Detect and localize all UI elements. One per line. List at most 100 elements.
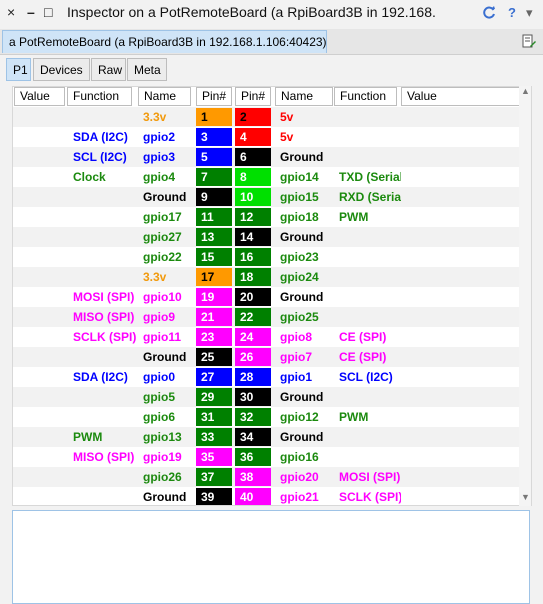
pin-right: 40 (235, 488, 271, 505)
name-right: gpio14 (280, 170, 319, 184)
pin-right: 34 (235, 428, 271, 446)
pin-left: 25 (196, 348, 232, 366)
column-header-function-right[interactable]: Function (334, 87, 397, 106)
function-right (339, 147, 401, 167)
function-left (73, 347, 139, 367)
function-right: PWM (339, 410, 369, 424)
function-left (73, 207, 139, 227)
tab-devices[interactable]: Devices (33, 58, 90, 81)
column-header-name-left[interactable]: Name (138, 87, 191, 106)
name-right: gpio25 (280, 310, 319, 324)
tab-object[interactable]: a PotRemoteBoard (a RpiBoard3B in 192.16… (2, 30, 327, 53)
pin-right: 24 (235, 328, 271, 346)
name-left: Ground (143, 490, 187, 504)
function-left (73, 187, 139, 207)
name-right: gpio8 (280, 330, 312, 344)
column-header-function-left[interactable]: Function (67, 87, 132, 106)
function-right: SCLK (SPI) (339, 490, 401, 504)
table-row[interactable]: SDA (I2C) gpio2 3 4 5v (13, 127, 531, 147)
name-right: Ground (280, 430, 324, 444)
function-left: SDA (I2C) (73, 130, 128, 144)
pin-right: 36 (235, 448, 271, 466)
name-left: gpio10 (143, 290, 182, 304)
function-right (339, 247, 401, 267)
tab-meta[interactable]: Meta (127, 58, 167, 81)
table-row[interactable]: gpio17 11 12 gpio18 PWM (13, 207, 531, 227)
tab-p1[interactable]: P1 (6, 58, 31, 81)
name-right: gpio15 (280, 190, 319, 204)
table-row[interactable]: gpio26 37 38 gpio20 MOSI (SPI) (13, 467, 531, 487)
tab-raw[interactable]: Raw (91, 58, 126, 81)
window-menu-icon[interactable]: ▾ (526, 5, 533, 21)
pin-left: 17 (196, 268, 232, 286)
column-header-value-left[interactable]: Value (14, 87, 65, 106)
table-row[interactable]: SCLK (SPI) gpio11 23 24 gpio8 CE (SPI) (13, 327, 531, 347)
pin-left: 3 (196, 128, 232, 146)
name-left: Ground (143, 190, 187, 204)
pin-left: 33 (196, 428, 232, 446)
column-header-pin-left[interactable]: Pin# (196, 87, 232, 106)
column-header-value-right[interactable]: Value (401, 87, 531, 106)
table-row[interactable]: MOSI (SPI) gpio10 19 20 Ground (13, 287, 531, 307)
name-right: gpio23 (280, 250, 319, 264)
pin-left: 35 (196, 448, 232, 466)
scroll-up-icon[interactable]: ▲ (521, 86, 530, 96)
function-right (339, 267, 401, 287)
table-row[interactable]: Ground 39 40 gpio21 SCLK (SPI) (13, 487, 531, 505)
close-window-icon[interactable]: × (7, 4, 15, 20)
table-row[interactable]: 3.3v 1 2 5v (13, 107, 531, 127)
table-scrollbar[interactable]: ▲ ▼ (519, 86, 531, 506)
table-row[interactable]: Ground 9 10 gpio15 RXD (Serial (13, 187, 531, 207)
name-left: gpio2 (143, 130, 175, 144)
pin-table: Value Function Name Pin# Pin# Name Funct… (12, 86, 532, 506)
pin-left: 23 (196, 328, 232, 346)
maximize-window-icon[interactable]: □ (44, 4, 52, 20)
table-row[interactable]: Clock gpio4 7 8 gpio14 TXD (Serial (13, 167, 531, 187)
refresh-icon[interactable] (481, 5, 497, 25)
table-row[interactable]: SCL (I2C) gpio3 5 6 Ground (13, 147, 531, 167)
pin-right: 38 (235, 468, 271, 486)
table-row[interactable]: gpio5 29 30 Ground (13, 387, 531, 407)
function-right: PWM (339, 210, 369, 224)
table-row[interactable]: gpio27 13 14 Ground (13, 227, 531, 247)
name-left: gpio3 (143, 150, 175, 164)
name-left: gpio5 (143, 390, 175, 404)
scroll-down-icon[interactable]: ▼ (521, 492, 530, 502)
function-left (73, 387, 139, 407)
table-row[interactable]: gpio6 31 32 gpio12 PWM (13, 407, 531, 427)
table-row[interactable]: gpio22 15 16 gpio23 (13, 247, 531, 267)
column-header-pin-right[interactable]: Pin# (235, 87, 271, 106)
table-row[interactable]: MISO (SPI) gpio9 21 22 gpio25 (13, 307, 531, 327)
pin-right: 12 (235, 208, 271, 226)
pin-left: 27 (196, 368, 232, 386)
table-row[interactable]: SDA (I2C) gpio0 27 28 gpio1 SCL (I2C) (13, 367, 531, 387)
function-right (339, 427, 401, 447)
name-right: gpio24 (280, 270, 319, 284)
edit-document-icon[interactable] (521, 33, 537, 49)
name-left: gpio17 (143, 210, 182, 224)
name-right: gpio1 (280, 370, 312, 384)
column-header-name-right[interactable]: Name (275, 87, 333, 106)
table-row[interactable]: PWM gpio13 33 34 Ground (13, 427, 531, 447)
function-left (73, 487, 139, 505)
name-right: gpio16 (280, 450, 319, 464)
pin-right: 8 (235, 168, 271, 186)
minimize-window-icon[interactable]: – (27, 4, 35, 20)
function-left: MISO (SPI) (73, 310, 135, 324)
function-right (339, 227, 401, 247)
name-right: gpio7 (280, 350, 312, 364)
pin-left: 29 (196, 388, 232, 406)
evaluator-pane[interactable] (12, 510, 530, 604)
pin-left: 39 (196, 488, 232, 505)
pin-right: 28 (235, 368, 271, 386)
table-row[interactable]: MISO (SPI) gpio19 35 36 gpio16 (13, 447, 531, 467)
name-right: gpio20 (280, 470, 319, 484)
pin-right: 16 (235, 248, 271, 266)
function-right: RXD (Serial (339, 190, 401, 204)
table-row[interactable]: 3.3v 17 18 gpio24 (13, 267, 531, 287)
name-right: 5v (280, 110, 294, 124)
name-left: gpio26 (143, 470, 182, 484)
table-row[interactable]: Ground 25 26 gpio7 CE (SPI) (13, 347, 531, 367)
help-icon[interactable]: ? (508, 5, 516, 21)
function-left (73, 227, 139, 247)
